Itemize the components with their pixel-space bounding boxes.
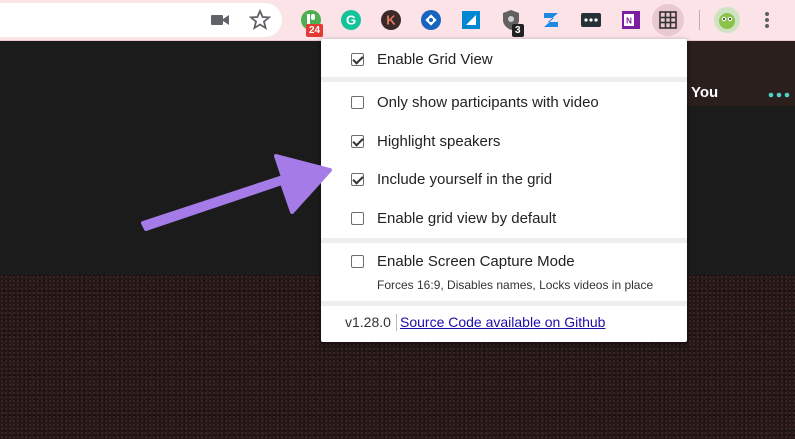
popup-footer: v1.28.0 Source Code available on Github: [321, 314, 687, 334]
divider: [321, 238, 687, 243]
option-highlight-speakers[interactable]: Highlight speakers: [321, 125, 687, 161]
option-label: Enable Grid View: [377, 51, 493, 68]
grid-view-popup: Enable Grid View Only show participants …: [321, 39, 687, 342]
screen-capture-note: Forces 16:9, Disables names, Locks video…: [377, 278, 654, 292]
option-enable-grid-view[interactable]: Enable Grid View: [321, 43, 687, 79]
avatar[interactable]: [713, 6, 741, 34]
only-video-checkbox[interactable]: [351, 96, 364, 109]
svg-text:N: N: [626, 17, 632, 26]
grid-view-extension-button[interactable]: [652, 4, 684, 36]
option-only-video[interactable]: Only show participants with video: [321, 86, 687, 122]
puzzle-extension-icon[interactable]: [419, 8, 443, 32]
zoho-extension-icon[interactable]: [539, 8, 563, 32]
svg-text:G: G: [346, 13, 356, 28]
more-menu-icon[interactable]: [755, 8, 779, 32]
option-include-yourself[interactable]: Include yourself in the grid: [321, 163, 687, 199]
highlight-speakers-checkbox[interactable]: [351, 135, 364, 148]
option-label: Only show participants with video: [377, 94, 599, 111]
option-label: Enable Screen Capture Mode: [377, 253, 575, 270]
grid-view-extension-icon: [659, 11, 677, 29]
divider: [321, 77, 687, 82]
source-code-link[interactable]: Source Code available on Github: [400, 314, 605, 330]
browser-toolbar: 24 G K 3 N: [0, 0, 795, 41]
k-extension-icon[interactable]: K: [379, 8, 403, 32]
camera-icon[interactable]: [208, 8, 232, 32]
version-label: v1.28.0: [345, 314, 391, 330]
shield-badge: 3: [512, 24, 524, 37]
divider: [321, 301, 687, 306]
enable-grid-view-checkbox[interactable]: [351, 53, 364, 66]
option-label: Include yourself in the grid: [377, 171, 553, 188]
notes-extension-icon[interactable]: [459, 8, 483, 32]
grammarly-icon[interactable]: G: [339, 8, 363, 32]
participant-more-icon[interactable]: [768, 92, 790, 98]
address-bar[interactable]: [0, 3, 282, 37]
toolbar-separator: [699, 10, 700, 30]
dots-extension-icon[interactable]: [579, 8, 603, 32]
onenote-icon[interactable]: N: [619, 8, 643, 32]
participant-you-label: You: [691, 84, 719, 101]
option-screen-capture[interactable]: Enable Screen Capture Mode: [321, 245, 687, 281]
footer-divider: [396, 314, 397, 331]
svg-text:K: K: [386, 13, 396, 28]
star-icon[interactable]: [248, 8, 272, 32]
grid-default-checkbox[interactable]: [351, 212, 364, 225]
option-label: Enable grid view by default: [377, 210, 557, 227]
option-grid-default[interactable]: Enable grid view by default: [321, 202, 687, 238]
option-label: Highlight speakers: [377, 133, 501, 150]
include-yourself-checkbox[interactable]: [351, 173, 364, 186]
screen-capture-checkbox[interactable]: [351, 255, 364, 268]
pushbullet-badge: 24: [306, 24, 324, 37]
